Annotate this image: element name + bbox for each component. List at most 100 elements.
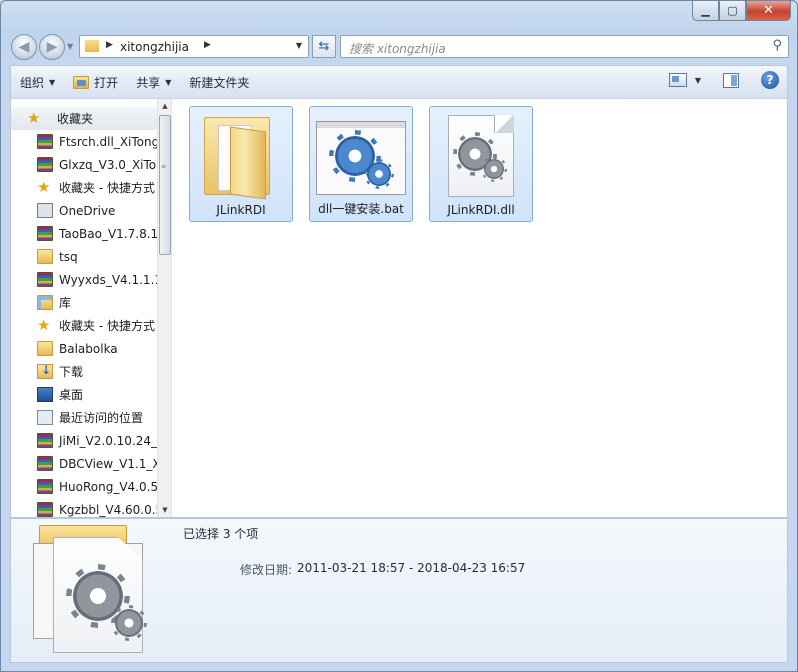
nav-item-label: Balabolka [59, 341, 118, 356]
pane-splitter[interactable] [171, 99, 175, 517]
nav-item[interactable]: 库 [11, 291, 157, 314]
folder-icon [37, 249, 53, 264]
breadcrumb-chevron-icon[interactable]: ▶ [204, 40, 211, 50]
nav-item[interactable]: HuoRong_V4.0.5 [11, 475, 157, 498]
open-button[interactable]: 打开 [64, 70, 127, 94]
archive-icon [37, 157, 53, 172]
new-folder-button[interactable]: 新建文件夹 [180, 70, 258, 94]
explorer-window: ▁ ▢ ✕ ◀ ▶ ▼ ▶ xitongzhijia ▶ ▼ ⇆ 搜索 xito… [0, 0, 798, 672]
nav-item-label: OneDrive [59, 203, 116, 218]
nav-item[interactable]: 桌面 [11, 383, 157, 406]
archive-icon [37, 479, 53, 494]
nav-favorites[interactable]: ★ 收藏夹 [11, 107, 157, 130]
file-name: dll一键安装.bat [318, 202, 404, 216]
caption-buttons: ▁ ▢ ✕ [692, 1, 791, 21]
batch-file-icon [316, 121, 406, 195]
nav-item-label: Kgzbbl_V4.60.0.5 [59, 502, 157, 517]
folder-front-shape [230, 126, 266, 200]
scroll-thumb[interactable] [159, 115, 171, 255]
nav-item[interactable]: Glxzq_V3.0_XiTon [11, 153, 157, 176]
library-icon [37, 295, 53, 310]
nav-item[interactable]: 下载 [11, 360, 157, 383]
breadcrumb-xitongzhijia[interactable]: xitongzhijia [120, 40, 189, 54]
nav-item-label: Ftsrch.dll_XiTongZ [59, 134, 157, 149]
file-name: JLinkRDI [216, 203, 266, 217]
details-pane: 已选择 3 个项 修改日期: 2011-03-21 18:57 - 2018-0… [10, 518, 788, 663]
maximize-button[interactable]: ▢ [719, 1, 746, 21]
nav-item[interactable]: JiMi_V2.0.10.24_X [11, 429, 157, 452]
address-dropdown-icon[interactable]: ▼ [296, 41, 302, 50]
back-button[interactable]: ◀ [11, 34, 37, 60]
nav-item[interactable]: tsq [11, 245, 157, 268]
nav-item-label: 桌面 [59, 388, 84, 402]
share-button[interactable]: 共享 ▼ [127, 70, 180, 94]
nav-item[interactable]: TaoBao_V1.7.8.1 [11, 222, 157, 245]
nav-item[interactable]: ★ 收藏夹 - 快捷方式 [11, 314, 157, 337]
nav-item[interactable]: Ftsrch.dll_XiTongZ [11, 130, 157, 153]
new-folder-label: 新建文件夹 [189, 75, 250, 90]
nav-item-label: Glxzq_V3.0_XiTon [59, 157, 157, 172]
search-input[interactable]: 搜索 xitongzhijia ⚲ [340, 35, 789, 58]
organize-button[interactable]: 组织 ▼ [11, 70, 64, 94]
nav-item-label: 收藏夹 - 快捷方式 [59, 319, 155, 333]
nav-item[interactable]: DBCView_V1.1_Xi [11, 452, 157, 475]
folder-icon [85, 40, 99, 52]
content-area: ★ 收藏夹 Ftsrch.dll_XiTongZ Glxzq_V3.0_XiTon… [10, 98, 788, 518]
archive-icon [37, 502, 53, 517]
star-icon: ★ [27, 109, 41, 127]
nav-favorites-label: 收藏夹 [57, 112, 94, 126]
nav-item[interactable]: ★ 收藏夹 - 快捷方式 [11, 176, 157, 199]
grip-icon: ≡ [161, 163, 167, 170]
nav-item-label: 下载 [59, 365, 84, 379]
forward-button[interactable]: ▶ [39, 34, 65, 60]
command-bar: 组织 ▼ 打开 共享 ▼ 新建文件夹 ▼ ? [10, 65, 788, 98]
archive-icon [37, 134, 53, 149]
file-item-jlinkrdi-folder[interactable]: JLinkRDI [189, 106, 293, 222]
star-icon: ★ [37, 178, 51, 196]
nav-item-label: Wyyxds_V4.1.1.1 [59, 272, 157, 287]
preview-pane-icon[interactable] [723, 72, 739, 88]
nav-item[interactable]: Wyyxds_V4.1.1.1 [11, 268, 157, 291]
nav-item[interactable]: OneDrive [11, 199, 157, 222]
chevron-down-icon: ▼ [165, 77, 172, 87]
nav-scrollbar[interactable]: ▲ ≡ ▼ [157, 99, 171, 517]
address-bar[interactable]: ▶ xitongzhijia ▶ ▼ [79, 35, 309, 58]
view-options-dropdown-icon[interactable]: ▼ [695, 76, 701, 85]
search-icon[interactable]: ⚲ [772, 38, 782, 53]
archive-icon [37, 272, 53, 287]
folder-icon [37, 341, 53, 356]
file-item-jlinkrdi-dll[interactable]: JLinkRDI.dll [429, 106, 533, 222]
change-view-icon[interactable] [668, 73, 687, 87]
open-label: 打开 [94, 75, 119, 90]
nav-item[interactable]: 最近访问的位置 [11, 406, 157, 429]
nav-item[interactable]: Kgzbbl_V4.60.0.5 [11, 498, 157, 517]
nav-item-label: JiMi_V2.0.10.24_X [59, 433, 157, 448]
star-icon: ★ [37, 316, 51, 334]
modified-date-value: 2011-03-21 18:57 - 2018-04-23 16:57 [297, 561, 526, 575]
recent-places-icon [37, 410, 53, 425]
refresh-button[interactable]: ⇆ [312, 35, 336, 58]
help-icon[interactable]: ? [761, 71, 779, 89]
gear-icon [115, 609, 143, 637]
nav-item-label: DBCView_V1.1_Xi [59, 456, 157, 471]
nav-item[interactable]: Balabolka [11, 337, 157, 360]
nav-item-label: 收藏夹 - 快捷方式 [59, 181, 155, 195]
gear-icon [484, 159, 504, 179]
archive-icon [37, 456, 53, 471]
page-fold-shape [494, 115, 514, 133]
archive-icon [37, 226, 53, 241]
close-button[interactable]: ✕ [746, 1, 791, 21]
file-item-dll-install-bat[interactable]: dll一键安装.bat [309, 106, 413, 222]
minimize-button[interactable]: ▁ [692, 1, 719, 21]
scroll-up-icon[interactable]: ▲ [158, 99, 171, 113]
scroll-down-icon[interactable]: ▼ [158, 503, 171, 517]
recent-pages-dropdown[interactable]: ▼ [67, 42, 73, 51]
onedrive-icon [37, 203, 53, 218]
navigation-bar: ◀ ▶ ▼ ▶ xitongzhijia ▶ ▼ ⇆ 搜索 xitongzhij… [9, 33, 789, 61]
breadcrumb-chevron-icon[interactable]: ▶ [106, 40, 113, 50]
chevron-down-icon: ▼ [49, 77, 56, 87]
nav-item-label: HuoRong_V4.0.5 [59, 479, 157, 494]
organize-label: 组织 [20, 75, 45, 90]
nav-item-label: 库 [59, 296, 72, 310]
archive-icon [37, 433, 53, 448]
